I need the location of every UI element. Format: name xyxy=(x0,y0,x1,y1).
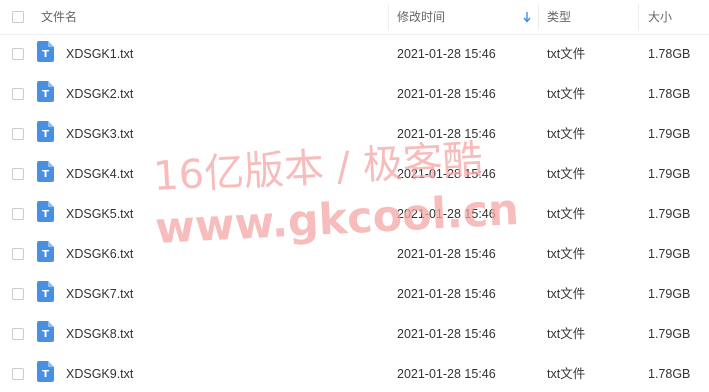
file-size: 1.79GB xyxy=(648,247,691,261)
select-all-checkbox[interactable] xyxy=(12,11,24,23)
file-modified-time: 2021-01-28 15:46 xyxy=(397,327,496,341)
row-checkbox[interactable] xyxy=(12,248,24,260)
file-type: txt文件 xyxy=(547,287,586,301)
txt-file-icon: T xyxy=(37,41,54,62)
file-row[interactable]: T XDSGK3.txt 2021-01-28 15:46 txt文件 1.79GB xyxy=(0,114,709,154)
file-type: txt文件 xyxy=(547,47,586,61)
file-size: 1.78GB xyxy=(648,47,691,61)
column-divider[interactable] xyxy=(388,4,389,30)
file-type: txt文件 xyxy=(547,367,586,381)
file-icon-letter: T xyxy=(42,369,49,380)
file-type: txt文件 xyxy=(547,87,586,101)
file-list-header: 文件名 修改时间 类型 大小 xyxy=(0,0,709,35)
file-type: txt文件 xyxy=(547,167,586,181)
file-icon-letter: T xyxy=(42,209,49,220)
column-header-size[interactable]: 大小 xyxy=(648,10,672,24)
file-row[interactable]: T XDSGK2.txt 2021-01-28 15:46 txt文件 1.78GB xyxy=(0,74,709,114)
file-name[interactable]: XDSGK4.txt xyxy=(66,167,133,181)
file-modified-time: 2021-01-28 15:46 xyxy=(397,247,496,261)
row-checkbox[interactable] xyxy=(12,48,24,60)
file-type: txt文件 xyxy=(547,207,586,221)
file-modified-time: 2021-01-28 15:46 xyxy=(397,167,496,181)
row-checkbox[interactable] xyxy=(12,328,24,340)
sort-down-arrow-icon[interactable] xyxy=(522,11,532,23)
row-checkbox[interactable] xyxy=(12,88,24,100)
file-row[interactable]: T XDSGK9.txt 2021-01-28 15:46 txt文件 1.78GB xyxy=(0,354,709,392)
file-row[interactable]: T XDSGK6.txt 2021-01-28 15:46 txt文件 1.79GB xyxy=(0,234,709,274)
file-icon-letter: T xyxy=(42,329,49,340)
txt-file-icon: T xyxy=(37,321,54,342)
file-size: 1.78GB xyxy=(648,367,691,381)
file-name[interactable]: XDSGK8.txt xyxy=(66,327,133,341)
row-checkbox[interactable] xyxy=(12,208,24,220)
file-name[interactable]: XDSGK2.txt xyxy=(66,87,133,101)
file-icon-letter: T xyxy=(42,49,49,60)
file-type: txt文件 xyxy=(547,327,586,341)
file-icon-letter: T xyxy=(42,249,49,260)
file-type: txt文件 xyxy=(547,127,586,141)
file-name[interactable]: XDSGK5.txt xyxy=(66,207,133,221)
file-row[interactable]: T XDSGK5.txt 2021-01-28 15:46 txt文件 1.79GB xyxy=(0,194,709,234)
file-size: 1.79GB xyxy=(648,167,691,181)
file-size: 1.79GB xyxy=(648,287,691,301)
file-icon-letter: T xyxy=(42,89,49,100)
file-row[interactable]: T XDSGK7.txt 2021-01-28 15:46 txt文件 1.79GB xyxy=(0,274,709,314)
file-icon-letter: T xyxy=(42,169,49,180)
file-icon-letter: T xyxy=(42,289,49,300)
file-modified-time: 2021-01-28 15:46 xyxy=(397,367,496,381)
txt-file-icon: T xyxy=(37,121,54,142)
txt-file-icon: T xyxy=(37,201,54,222)
txt-file-icon: T xyxy=(37,81,54,102)
file-name[interactable]: XDSGK6.txt xyxy=(66,247,133,261)
column-header-modified-time[interactable]: 修改时间 xyxy=(397,10,445,24)
column-divider[interactable] xyxy=(638,4,639,30)
file-size: 1.79GB xyxy=(648,207,691,221)
row-checkbox[interactable] xyxy=(12,128,24,140)
file-size: 1.79GB xyxy=(648,127,691,141)
file-name[interactable]: XDSGK9.txt xyxy=(66,367,133,381)
file-name[interactable]: XDSGK7.txt xyxy=(66,287,133,301)
file-size: 1.79GB xyxy=(648,327,691,341)
file-row[interactable]: T XDSGK8.txt 2021-01-28 15:46 txt文件 1.79GB xyxy=(0,314,709,354)
column-header-type[interactable]: 类型 xyxy=(547,10,571,24)
row-checkbox[interactable] xyxy=(12,168,24,180)
file-size: 1.78GB xyxy=(648,87,691,101)
file-modified-time: 2021-01-28 15:46 xyxy=(397,127,496,141)
txt-file-icon: T xyxy=(37,161,54,182)
file-name[interactable]: XDSGK3.txt xyxy=(66,127,133,141)
txt-file-icon: T xyxy=(37,281,54,302)
file-modified-time: 2021-01-28 15:46 xyxy=(397,207,496,221)
file-name[interactable]: XDSGK1.txt xyxy=(66,47,133,61)
file-modified-time: 2021-01-28 15:46 xyxy=(397,47,496,61)
file-modified-time: 2021-01-28 15:46 xyxy=(397,287,496,301)
row-checkbox[interactable] xyxy=(12,368,24,380)
file-type: txt文件 xyxy=(547,247,586,261)
txt-file-icon: T xyxy=(37,361,54,382)
row-checkbox[interactable] xyxy=(12,288,24,300)
column-divider[interactable] xyxy=(538,4,539,30)
file-modified-time: 2021-01-28 15:46 xyxy=(397,87,496,101)
file-list-page: 文件名 修改时间 类型 大小 T XDSGK1.txt 2021-01-28 15:… xyxy=(0,0,709,392)
file-icon-letter: T xyxy=(42,129,49,140)
file-row[interactable]: T XDSGK1.txt 2021-01-28 15:46 txt文件 1.78GB xyxy=(0,34,709,74)
txt-file-icon: T xyxy=(37,241,54,262)
file-row[interactable]: T XDSGK4.txt 2021-01-28 15:46 txt文件 1.79GB xyxy=(0,154,709,194)
column-header-name[interactable]: 文件名 xyxy=(41,10,77,24)
